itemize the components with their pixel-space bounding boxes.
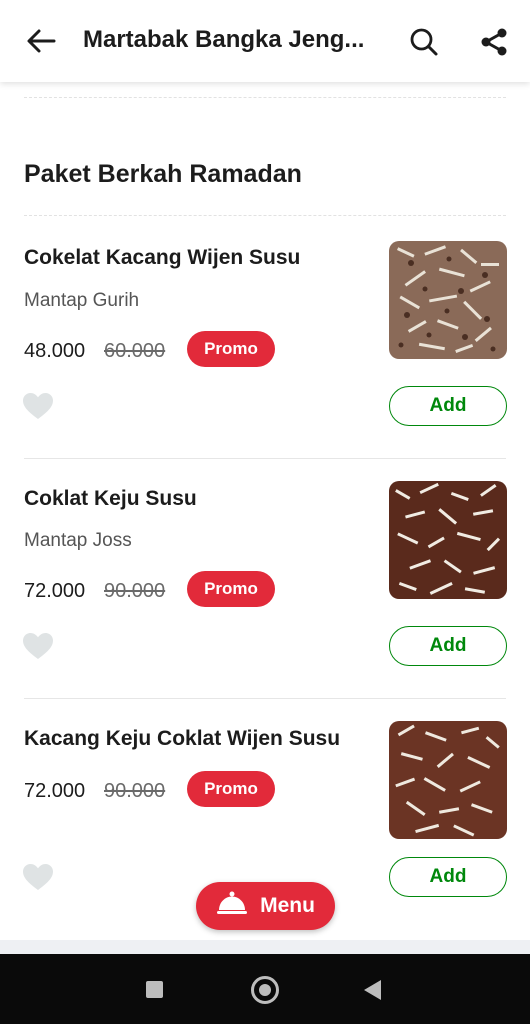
- divider: [24, 458, 506, 459]
- item-price: 72.000: [24, 780, 86, 802]
- system-nav-bar: [0, 954, 530, 1024]
- app-bar: Martabak Bangka Jeng...: [0, 0, 530, 82]
- promo-badge: Promo: [187, 331, 275, 367]
- item-name: Cokelat Kacang Wijen Susu: [24, 246, 301, 269]
- food-cloche-icon: [216, 890, 248, 922]
- item-description: Mantap Gurih: [24, 290, 140, 311]
- arrow-left-icon[interactable]: [22, 22, 60, 60]
- section-title: Paket Berkah Ramadan: [24, 160, 302, 188]
- add-button[interactable]: Add: [389, 857, 507, 897]
- menu-button-label: Menu: [260, 894, 315, 917]
- divider: [24, 97, 506, 98]
- item-image[interactable]: [389, 241, 507, 359]
- promo-badge: Promo: [187, 571, 275, 607]
- item-image[interactable]: [389, 721, 507, 839]
- item-name: Kacang Keju Coklat Wijen Susu: [24, 727, 341, 750]
- heart-icon[interactable]: [22, 863, 54, 893]
- recent-apps-icon[interactable]: [146, 981, 163, 998]
- item-original-price: 90.000: [104, 780, 166, 802]
- item-price: 72.000: [24, 580, 86, 602]
- heart-icon[interactable]: [22, 392, 54, 422]
- home-icon[interactable]: [251, 976, 279, 1004]
- promo-badge: Promo: [187, 771, 275, 807]
- item-description: Mantap Joss: [24, 530, 132, 551]
- add-button[interactable]: Add: [389, 626, 507, 666]
- item-original-price: 90.000: [104, 580, 166, 602]
- item-name: Coklat Keju Susu: [24, 487, 197, 510]
- search-icon[interactable]: [404, 22, 444, 62]
- share-icon[interactable]: [474, 22, 514, 62]
- bottom-strip: [0, 940, 530, 954]
- item-price: 48.000: [24, 340, 86, 362]
- heart-icon[interactable]: [22, 632, 54, 662]
- item-original-price: 60.000: [104, 340, 166, 362]
- divider: [24, 215, 506, 216]
- add-button[interactable]: Add: [389, 386, 507, 426]
- system-back-icon[interactable]: [364, 980, 381, 1000]
- page-title: Martabak Bangka Jeng...: [83, 26, 365, 53]
- item-image[interactable]: [389, 481, 507, 599]
- menu-button[interactable]: Menu: [196, 882, 335, 930]
- divider: [24, 698, 506, 699]
